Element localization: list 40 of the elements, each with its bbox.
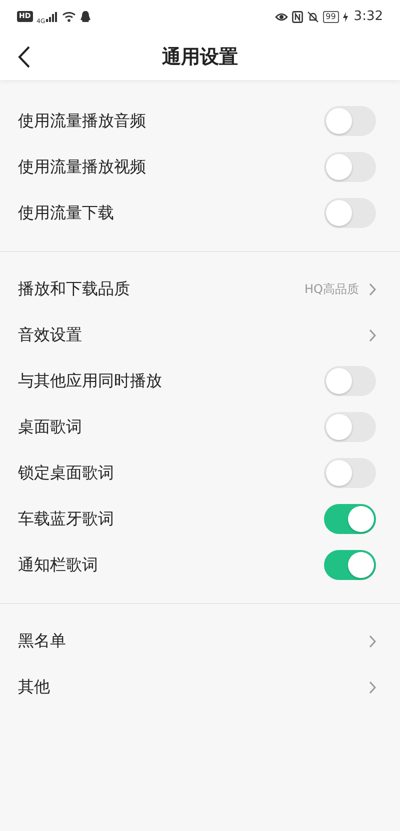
setting-label: 其他 — [18, 676, 50, 698]
chevron-right-icon — [369, 634, 376, 648]
setting-label: 通知栏歌词 — [18, 554, 98, 576]
battery-indicator: 99 — [322, 10, 339, 22]
setting-label: 锁定桌面歌词 — [18, 462, 114, 484]
toggle-switch[interactable] — [324, 550, 376, 580]
setting-label: 黑名单 — [18, 630, 66, 652]
page-title: 通用设置 — [161, 44, 239, 70]
wifi-icon — [62, 11, 76, 22]
chevron-right-icon — [369, 328, 376, 342]
setting-value: HQ高品质 — [304, 280, 359, 298]
settings-row[interactable]: 播放和下载品质 HQ高品质 — [0, 266, 400, 312]
toggle-switch[interactable] — [324, 412, 376, 442]
back-icon — [18, 46, 30, 68]
toggle-switch[interactable] — [324, 458, 376, 488]
chevron-right-icon — [369, 680, 376, 694]
setting-label: 使用流量播放视频 — [18, 156, 146, 178]
setting-label: 使用流量播放音频 — [18, 110, 146, 132]
clock-time: 3:32 — [354, 9, 383, 24]
charging-icon — [342, 12, 348, 22]
setting-label: 音效设置 — [18, 324, 82, 346]
setting-label: 桌面歌词 — [18, 416, 82, 438]
setting-label: 使用流量下载 — [18, 202, 114, 224]
setting-label: 车载蓝牙歌词 — [18, 508, 114, 530]
eye-icon — [274, 11, 288, 22]
signal-icon — [46, 12, 58, 22]
settings-row[interactable]: 音效设置 — [0, 312, 400, 358]
setting-label: 与其他应用同时播放 — [18, 370, 162, 392]
toggle-switch[interactable] — [324, 198, 376, 228]
muted-bell-icon — [306, 10, 319, 22]
toggle-switch[interactable] — [324, 366, 376, 396]
penguin-icon — [80, 10, 92, 22]
setting-label: 播放和下载品质 — [18, 278, 130, 300]
settings-row[interactable]: 其他 — [0, 664, 400, 710]
toggle-switch[interactable] — [324, 504, 376, 534]
toggle-switch[interactable] — [324, 152, 376, 182]
chevron-right-icon — [369, 282, 376, 296]
settings-row[interactable]: 黑名单 — [0, 618, 400, 664]
toggle-switch[interactable] — [324, 106, 376, 136]
nfc-icon — [292, 10, 303, 22]
